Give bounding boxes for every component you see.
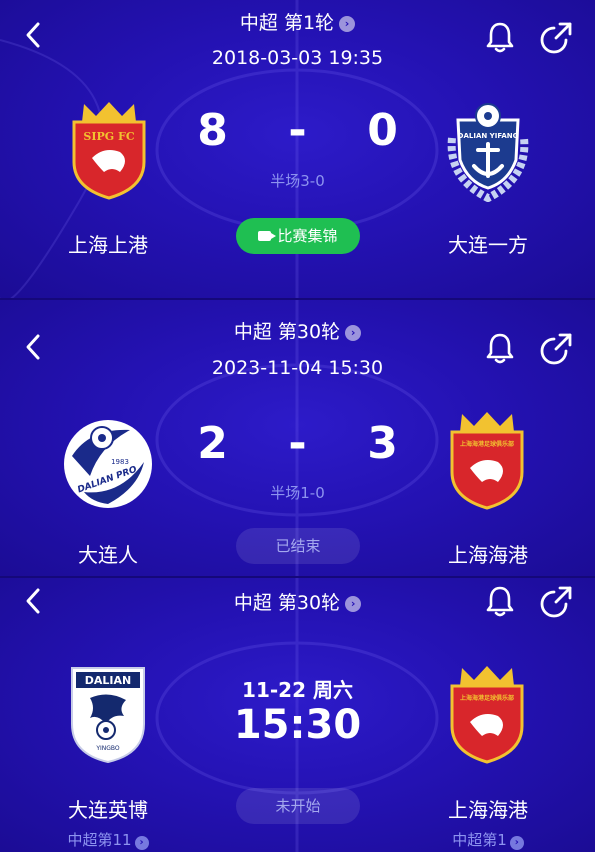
status-badge: 已结束 bbox=[236, 528, 360, 564]
away-team-name[interactable]: 大连一方 bbox=[398, 229, 578, 258]
chevron-right-icon: › bbox=[345, 596, 362, 612]
share-icon[interactable] bbox=[538, 584, 574, 618]
home-team-rank[interactable]: 中超第11 › bbox=[18, 829, 198, 850]
score-separator: - bbox=[288, 418, 307, 469]
match-panel-2: 中超 第30轮 › 2023-11-04 15:30 1983 DALIAN PR… bbox=[0, 298, 595, 578]
chevron-right-icon: › bbox=[345, 325, 362, 341]
share-icon[interactable] bbox=[538, 20, 574, 54]
away-rank-label: 中超第1 bbox=[452, 831, 507, 849]
away-team-logo[interactable]: 上海海港足球俱乐部 bbox=[442, 410, 532, 510]
away-team-logo[interactable]: DALIAN YIFANG bbox=[442, 98, 534, 202]
home-score: 2 bbox=[197, 418, 228, 469]
away-team-name[interactable]: 上海海港 bbox=[398, 539, 578, 568]
match-panel-3: 中超 第30轮 › DALIAN YINGBO 大连英博 中超第11 › 11-22… bbox=[0, 576, 595, 852]
bell-icon[interactable] bbox=[484, 331, 516, 365]
match-panel-1: 中超 第1轮 › 2018-03-03 19:35 SIPG FC 上海上港 8-… bbox=[0, 0, 595, 298]
away-team-logo[interactable]: 上海海港足球俱乐部 bbox=[442, 664, 532, 764]
bell-icon[interactable] bbox=[484, 20, 516, 54]
highlights-label: 比赛集锦 bbox=[277, 227, 338, 245]
share-icon[interactable] bbox=[538, 331, 574, 365]
bell-icon[interactable] bbox=[484, 584, 516, 618]
score-separator: - bbox=[288, 105, 307, 156]
highlights-button[interactable]: 比赛集锦 bbox=[236, 218, 360, 254]
away-team-name[interactable]: 上海海港 bbox=[398, 794, 578, 823]
chevron-right-icon: › bbox=[509, 836, 524, 850]
round-label: 中超 第30轮 bbox=[233, 321, 341, 343]
chevron-right-icon: › bbox=[134, 836, 149, 850]
round-label: 中超 第1轮 bbox=[239, 12, 335, 34]
video-icon bbox=[258, 231, 277, 241]
away-badge-text: DALIAN YIFANG bbox=[458, 132, 519, 140]
home-rank-label: 中超第11 bbox=[67, 831, 132, 849]
home-score: 8 bbox=[197, 105, 228, 156]
home-team-name[interactable]: 大连人 bbox=[18, 539, 198, 568]
away-badge-text: 上海海港足球俱乐部 bbox=[460, 694, 514, 702]
round-label: 中超 第30轮 bbox=[233, 592, 341, 614]
away-team-rank[interactable]: 中超第1 › bbox=[398, 829, 578, 850]
away-score: 0 bbox=[367, 105, 398, 156]
home-team-name[interactable]: 上海上港 bbox=[18, 229, 198, 258]
status-badge: 未开始 bbox=[236, 788, 360, 824]
chevron-right-icon: › bbox=[339, 16, 356, 32]
home-team-name[interactable]: 大连英博 bbox=[18, 794, 198, 823]
away-score: 3 bbox=[367, 418, 398, 469]
away-badge-text: 上海海港足球俱乐部 bbox=[460, 440, 514, 448]
